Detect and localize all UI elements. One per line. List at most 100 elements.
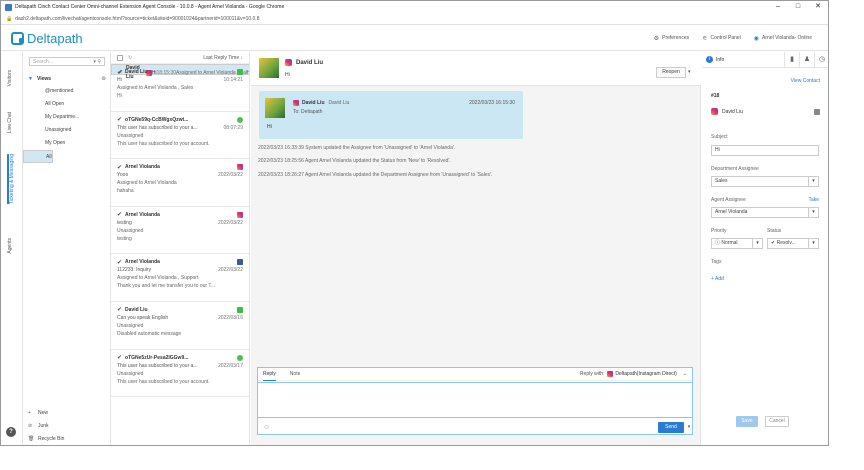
assignment: Unassigned [117, 322, 144, 329]
plus-icon: + [28, 410, 31, 416]
preview: This user has subscribed to your account… [117, 140, 210, 147]
line-icon [237, 69, 243, 75]
activity-log-entry: 2022/03/23 18:25:56 Agent Arnel Violanda… [258, 158, 451, 164]
address-bar[interactable]: 🔒 dash2.deltapath.com/livechat/agentcons… [1, 13, 828, 25]
filter-icon: ▼ [28, 75, 33, 82]
tab-info[interactable]: Info [716, 57, 724, 63]
view-item-my-department[interactable]: My Departme... [23, 111, 111, 124]
check-icon: ✔ [117, 164, 123, 171]
gear-icon[interactable]: ⚙ [102, 76, 106, 82]
info-icon: i [706, 56, 713, 63]
minimize-icon[interactable]: – [768, 1, 788, 13]
check-icon: ✔ [117, 307, 123, 314]
check-icon: ✔ [117, 355, 123, 362]
list-item[interactable]: ✔ David Liu Hi 10:14:21 Assigned to Arnel Vi… [111, 64, 249, 112]
search-placeholder: Search... [33, 58, 54, 65]
conversation-list: ↻ Last Reply Time ↓ ✔ David Liu Hi 18:15:30… [111, 52, 250, 445]
view-item-mentioned[interactable]: @mentioned [23, 85, 111, 98]
views-heading[interactable]: ▼ Views ⚙ [23, 72, 111, 85]
view-item-all-open[interactable]: All Open [23, 98, 111, 111]
conversation-panel: David Liu Hi Reopen ▾ David Liu David Liu… [251, 52, 701, 445]
online-status-icon: ◉ [753, 35, 760, 42]
close-icon[interactable]: ✕ [808, 1, 828, 13]
user-icon[interactable]: ♟ [799, 51, 814, 68]
nav-visitors[interactable]: Visitors [7, 70, 17, 86]
maximize-icon[interactable]: □ [788, 1, 808, 13]
sort-button[interactable]: Last Reply Time ↓ [203, 55, 243, 61]
list-item[interactable]: ✔ oTGNe5zUr-Pesa2IGGw9... This user has su… [111, 350, 249, 398]
agent-select[interactable]: Arnel Violanda ▾ [711, 207, 819, 218]
vertical-nav: Visitors Live Chat Ticketing & Messaging… [1, 52, 23, 445]
preferences-icon: ⚙ [653, 35, 660, 42]
list-item[interactable]: ✔ Arnel Violanda 112233: Inquiry 2022/03/22… [111, 254, 249, 302]
reply-channel-select[interactable]: Reply with: Deltapath(Instagram Direct) … [580, 371, 687, 377]
chat-icon [237, 116, 243, 123]
select-all-checkbox[interactable] [117, 54, 123, 61]
instagram-icon [285, 59, 292, 66]
book-icon[interactable]: ▮ [784, 51, 799, 68]
preferences-link[interactable]: ⚙ Preferences [654, 35, 689, 42]
new-button[interactable]: + New [23, 407, 111, 420]
contact-card-icon[interactable] [814, 108, 820, 115]
junk-button[interactable]: ⊘ Junk [23, 420, 111, 433]
recycle-bin-button[interactable]: 🗑 Recycle Bin [23, 433, 111, 445]
take-link[interactable]: Take [808, 197, 819, 203]
junk-icon: ⊘ [28, 423, 33, 429]
status-text: Resolv... [776, 240, 796, 246]
list-item[interactable]: ✔ Arnel Violanda Yooo 2022/03/22 Assigned to… [111, 159, 249, 207]
list-item[interactable]: ✔ David Liu Can you speak English 2022/03/1… [111, 302, 249, 350]
chat-icon [237, 354, 243, 361]
preview: testing [117, 235, 132, 242]
emoji-icon[interactable]: ☺ [263, 424, 270, 431]
app-icon [5, 3, 12, 11]
reopen-dropdown-icon[interactable]: ▾ [688, 67, 691, 78]
tab-reply[interactable]: Reply [263, 368, 276, 381]
view-item-all[interactable]: All [23, 150, 53, 163]
trash-icon: 🗑 [28, 436, 35, 442]
tab-note[interactable]: Note [290, 368, 301, 381]
conversation-header: David Liu Hi Reopen ▾ [251, 52, 701, 86]
instagram-icon [237, 164, 243, 171]
add-tag-link[interactable]: + Add [711, 276, 724, 282]
app-header: Deltapath ⚙ Preferences ⚟ Control Panel ◉ A… [1, 26, 828, 51]
views-heading-label: Views [36, 75, 52, 82]
cancel-button[interactable]: Cancel [765, 416, 789, 427]
subject-field[interactable]: Hi [711, 145, 819, 156]
agent-status-label: Arnel Violanda- Online [762, 35, 812, 41]
list-item[interactable]: ✔ oTGNe59q-CcBWgxQzwt... This user has sub… [111, 112, 249, 160]
nav-agents[interactable]: Agents [7, 238, 17, 254]
clock-icon[interactable]: ◷ [814, 51, 828, 68]
send-options-icon[interactable]: ▾ [685, 422, 693, 433]
list-item[interactable]: ✔ Arnel Violanda testing 2022/03/22 Unassign… [111, 207, 249, 255]
reopen-button[interactable]: Reopen [656, 67, 686, 78]
last-message: testing [117, 219, 132, 226]
preview: Hi [117, 93, 122, 99]
refresh-icon[interactable]: ↻ [128, 55, 132, 61]
nav-live-chat[interactable]: Live Chat [7, 112, 17, 133]
views-panel: Search... ▾ ⚲ ▼ Views ⚙ @mentioned All O… [23, 52, 111, 445]
search-input[interactable]: Search... ▾ ⚲ [29, 57, 105, 66]
check-icon: ✔ [117, 259, 123, 266]
assignment: Unassigned [117, 370, 144, 377]
sender-name: David Liu [302, 100, 325, 106]
view-item-my-open[interactable]: My Open [23, 137, 111, 150]
nav-ticketing-messaging[interactable]: Ticketing & Messaging [7, 154, 17, 205]
department-select[interactable]: Sales ▾ [711, 176, 819, 187]
view-item-unassigned[interactable]: Unassigned [23, 124, 111, 137]
assignment: Unassigned [117, 227, 144, 234]
status-select[interactable]: ✔ Resolv... ▾ [767, 238, 819, 249]
help-icon[interactable]: ? [6, 427, 16, 437]
search-icon[interactable]: ▾ ⚲ [93, 59, 101, 65]
reply-textarea[interactable] [258, 382, 692, 418]
junk-label: Junk [38, 423, 49, 429]
title-bar: Deltapath Cinch Contact Center Omni-chan… [1, 1, 828, 13]
send-button[interactable]: Send [658, 422, 684, 433]
preview: Disabled automatic message [117, 330, 182, 337]
assignment: Unassigned [117, 132, 144, 139]
priority-select[interactable]: ⓘ Normal ▾ [711, 238, 763, 249]
assignment: Assigned to Arnel Violanda , Support [117, 275, 199, 282]
save-button[interactable]: Save [736, 416, 758, 427]
control-panel-link[interactable]: ⚟ Control Panel [702, 35, 741, 42]
agent-status-menu[interactable]: ◉ Arnel Violanda- Online [754, 35, 812, 42]
view-contact-link[interactable]: View Contact [791, 78, 820, 84]
